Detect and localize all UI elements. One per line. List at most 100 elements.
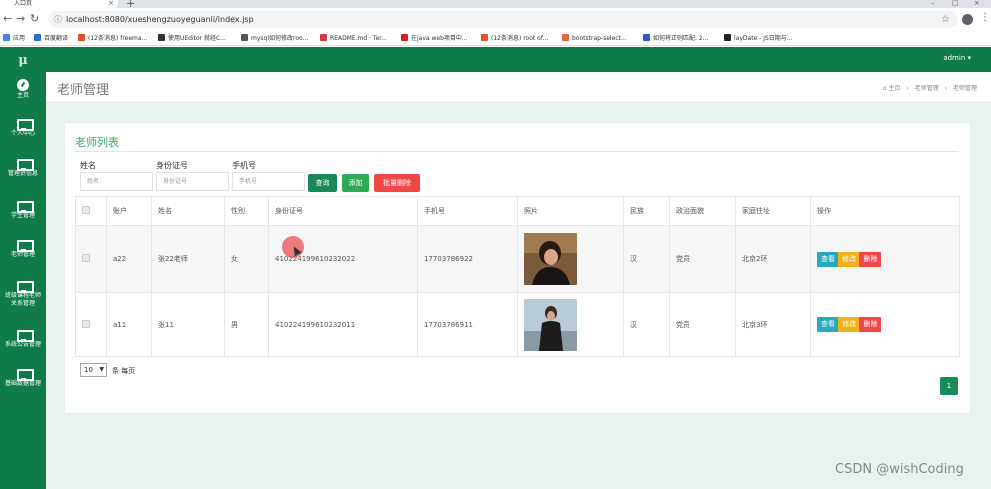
sidebar-item-teachers[interactable]: 老师管理 [0, 240, 46, 259]
view-button[interactable]: 查看 [817, 317, 839, 332]
bookmark-item[interactable]: 在java web项目中... [401, 33, 468, 44]
cell-political: 党员 [669, 292, 736, 357]
teacher-photo [524, 298, 577, 351]
breadcrumb-separator: › [906, 85, 909, 92]
bookmark-item[interactable]: layDate - JS日期与... [724, 33, 793, 44]
bookmark-label: bootstrap-select... [572, 35, 627, 42]
view-button[interactable]: 查看 [817, 251, 839, 267]
top-navbar: admin ▾ [46, 47, 991, 72]
sidebar-item-base-data[interactable]: 基础数据管理 [0, 369, 46, 388]
bookmark-favicon-icon [320, 34, 327, 41]
bookmark-star-icon[interactable]: ☆ [941, 11, 950, 28]
profile-avatar-icon[interactable] [962, 14, 973, 25]
delete-button[interactable]: 删除 [859, 317, 882, 332]
page-title: 老师管理 [57, 83, 110, 98]
bookmark-favicon-icon [241, 34, 248, 41]
page-size-select[interactable]: 10 ▼ [80, 363, 107, 377]
page-button-current[interactable]: 1 [940, 377, 958, 395]
bookmarks-bar: 应用 百度翻译 (12条消息) freema... 使用UEditor 就经C... m… [0, 31, 991, 46]
bookmark-favicon-icon [34, 34, 41, 41]
site-info-icon[interactable]: ⓘ [54, 11, 62, 28]
cell-gender: 男 [224, 292, 269, 357]
bookmark-favicon-icon [643, 34, 650, 41]
cell-ethnic: 汉 [623, 225, 670, 293]
teacher-table: 账户 姓名 性别 身份证号 手机号 照片 民族 政治面貌 家庭住址 操作 a22… [75, 196, 960, 357]
url-bar[interactable]: ⓘ localhost:8080/xueshengzuoyeguanli/ind… [48, 11, 958, 28]
name-filter-input[interactable]: 姓名 [80, 172, 153, 191]
bookmark-item[interactable]: README.md · Ter... [320, 33, 387, 44]
cell-name: 张22老师 [151, 225, 225, 293]
bookmark-favicon-icon [401, 34, 408, 41]
edit-button[interactable]: 修改 [838, 251, 861, 267]
browser-tab-strip: 入口页 × + – □ × [0, 0, 991, 9]
idcard-filter-input[interactable]: 身份证号 [156, 172, 229, 191]
column-header: 姓名 [151, 196, 225, 226]
browser-tab[interactable]: 入口页 × [0, 0, 118, 8]
add-button[interactable]: 添加 [342, 174, 369, 192]
bookmark-item[interactable]: 百度翻译 [34, 33, 68, 44]
browser-menu-icon[interactable]: ⋮ [980, 12, 990, 24]
sidebar-item-class-course-teacher[interactable]: 班级课程老师 关系管理 [0, 281, 46, 308]
reload-icon[interactable]: ↻ [30, 13, 39, 25]
row-checkbox[interactable] [75, 225, 107, 293]
bookmark-label: 百度翻译 [44, 35, 69, 42]
sidebar-item-admins[interactable]: 管理员信息 [0, 159, 46, 178]
bookmark-item[interactable]: (12条消息) root of... [481, 33, 548, 44]
edit-button[interactable]: 修改 [838, 317, 861, 332]
bookmark-item[interactable]: 使用UEditor 就经C... [158, 33, 226, 44]
monitor-icon [16, 281, 34, 293]
column-header: 性别 [224, 196, 269, 226]
close-window-icon[interactable]: × [974, 0, 980, 7]
monitor-icon [16, 330, 34, 342]
column-header: 操作 [810, 196, 960, 226]
maximize-icon[interactable]: □ [952, 0, 959, 7]
back-icon[interactable]: ← [3, 13, 12, 25]
breadcrumb-parent[interactable]: 老师管理 [915, 85, 939, 92]
sidebar-item-students[interactable]: 学生管理 [0, 201, 46, 220]
bookmark-item[interactable]: bootstrap-select... [562, 33, 627, 44]
monitor-icon [16, 119, 34, 131]
bookmark-favicon-icon [78, 34, 85, 41]
bookmark-favicon-icon [562, 34, 569, 41]
search-button[interactable]: 查询 [308, 174, 337, 192]
select-all-checkbox[interactable] [75, 196, 107, 226]
table-header-row: 账户 姓名 性别 身份证号 手机号 照片 民族 政治面貌 家庭住址 操作 [75, 196, 960, 226]
column-header: 家庭住址 [735, 196, 811, 226]
bookmark-item[interactable]: mysql如何修改roo... [241, 33, 308, 44]
sidebar: μ 主页 个人中心 管理员信息 学生管理 老师管理 班级课程老师 关系管理 系统… [0, 47, 46, 489]
bookmark-favicon-icon [724, 34, 731, 41]
column-header: 手机号 [417, 196, 518, 226]
bookmark-item[interactable]: 应用 [3, 33, 25, 44]
cell-address: 北京3环 [735, 292, 811, 357]
sidebar-item-announcements[interactable]: 系统公告管理 [0, 330, 46, 349]
bookmark-item[interactable]: 如何将正则匹配: 2... [643, 33, 708, 44]
divider [75, 151, 959, 152]
cell-gender: 女 [224, 225, 269, 293]
column-header: 民族 [623, 196, 670, 226]
sidebar-item-home[interactable]: 主页 [0, 79, 46, 100]
cell-phone: 17703786911 [417, 292, 518, 357]
close-tab-icon[interactable]: × [108, 0, 114, 7]
minimize-icon[interactable]: – [931, 0, 935, 7]
row-checkbox[interactable] [75, 292, 107, 357]
chevron-down-icon: ▼ [99, 366, 104, 373]
sidebar-item-profile[interactable]: 个人中心 [0, 119, 46, 138]
cell-account: a11 [106, 292, 152, 357]
breadcrumb-separator: › [944, 85, 948, 92]
user-menu[interactable]: admin ▾ [943, 54, 971, 62]
breadcrumb-home[interactable]: 主页 [888, 85, 900, 92]
column-header: 照片 [517, 196, 624, 226]
batch-delete-button[interactable]: 批量删除 [374, 174, 420, 192]
cell-photo [517, 225, 624, 293]
phone-filter-input[interactable]: 手机号 [232, 172, 305, 191]
bookmark-favicon-icon [3, 34, 10, 41]
idcard-filter-label: 身份证号 [156, 161, 188, 170]
bookmark-item[interactable]: (12条消息) freema... [78, 33, 147, 44]
bookmark-label: mysql如何修改roo... [251, 35, 309, 42]
monitor-icon [16, 201, 34, 213]
bookmark-label: 应用 [13, 35, 26, 42]
cell-phone: 17703786922 [417, 225, 518, 293]
forward-icon[interactable]: → [16, 13, 25, 25]
app-logo: μ [18, 53, 28, 68]
delete-button[interactable]: 删除 [859, 251, 882, 267]
